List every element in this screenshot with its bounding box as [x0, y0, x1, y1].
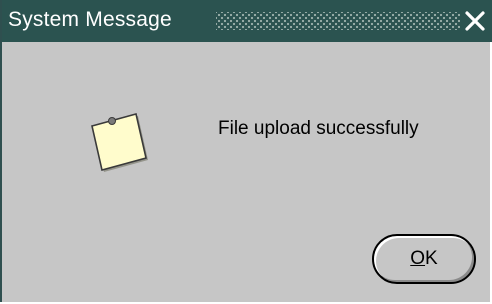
message-text: File upload successfully	[218, 118, 419, 139]
title-bar-grip[interactable]	[216, 12, 460, 30]
close-icon	[465, 11, 485, 31]
dialog-body: File upload successfully OK	[4, 42, 490, 300]
title-bar[interactable]: System Message	[2, 0, 492, 42]
sticky-note-icon	[82, 102, 154, 174]
ok-button-mnemonic: O	[410, 248, 426, 269]
ok-button[interactable]: OK	[372, 234, 476, 284]
window-title: System Message	[8, 8, 172, 31]
system-message-dialog: System Message File upload successfully …	[0, 0, 492, 302]
ok-button-label: K	[425, 248, 438, 269]
close-button[interactable]	[463, 9, 487, 33]
